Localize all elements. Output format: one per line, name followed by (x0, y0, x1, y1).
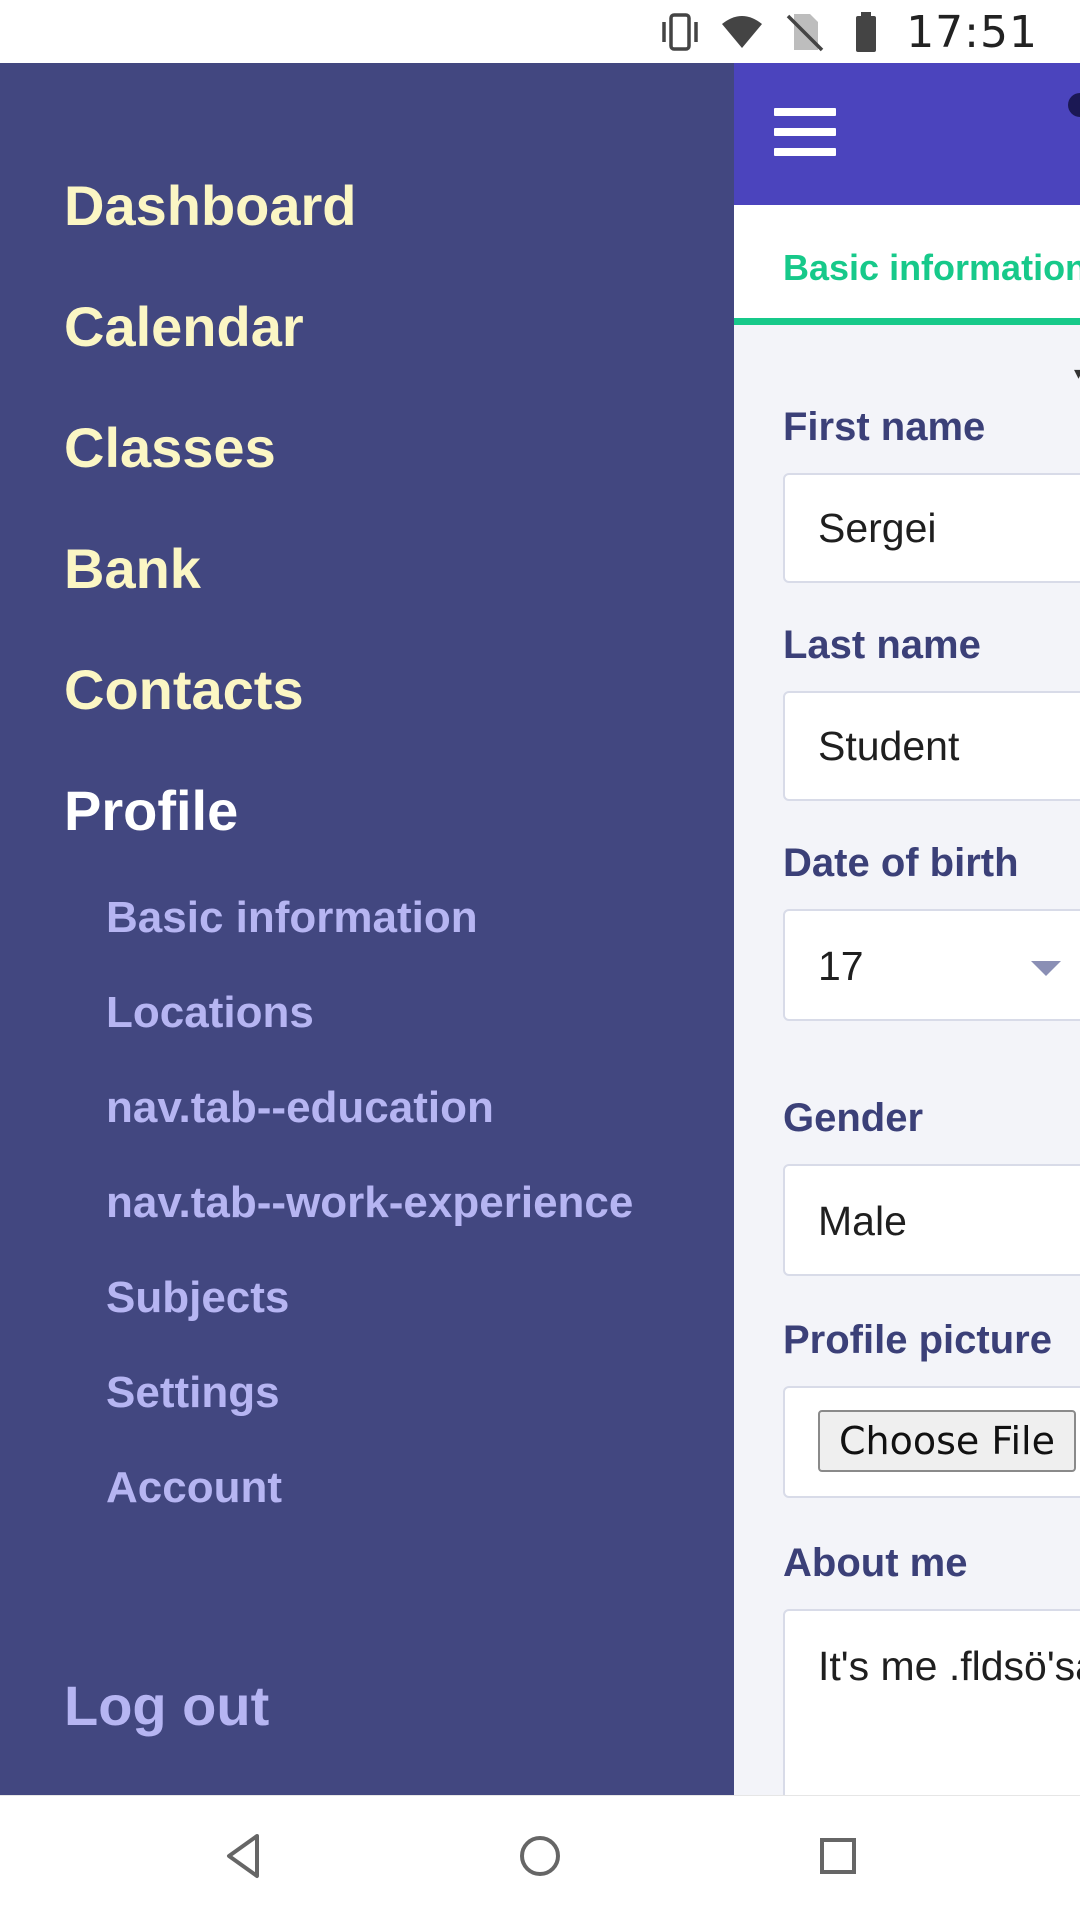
profile-form-area: Basic information ▾ First name Sergei La… (734, 63, 1080, 1795)
home-icon[interactable] (510, 1826, 570, 1886)
about-me-textarea[interactable]: It's me .fldsö'sa (783, 1609, 1080, 1795)
first-name-field[interactable]: Sergei (783, 473, 1080, 583)
nav-item-calendar[interactable]: Calendar (64, 294, 304, 359)
nav-item-dashboard[interactable]: Dashboard (64, 173, 357, 238)
nav-subitem-locations[interactable]: Locations (106, 988, 314, 1038)
menu-icon[interactable] (774, 108, 836, 156)
profile-picture-label: Profile picture (783, 1318, 1052, 1362)
vibrate-icon (658, 10, 702, 54)
battery-icon (844, 10, 888, 54)
dob-day-select[interactable]: 17 (783, 909, 1080, 1021)
recents-icon[interactable] (808, 1826, 868, 1886)
nav-subitem-education[interactable]: nav.tab--education (106, 1083, 494, 1133)
gender-label: Gender (783, 1096, 924, 1140)
about-me-value: It's me .fldsö'sa (818, 1643, 1080, 1689)
last-name-label: Last name (783, 623, 981, 667)
status-bar: 17:51 (0, 0, 1080, 63)
nav-subitem-basic-information[interactable]: Basic information (106, 893, 478, 943)
gender-value: Male (818, 1198, 907, 1244)
date-of-birth-label: Date of birth (783, 841, 1019, 885)
clock: 17:51 (906, 6, 1038, 58)
about-me-label: About me (783, 1541, 968, 1585)
system-navigation-bar (0, 1795, 1080, 1921)
first-name-label: First name (783, 405, 986, 449)
navigation-drawer: Dashboard Calendar Classes Bank Contacts… (0, 63, 734, 1795)
nav-item-bank[interactable]: Bank (64, 536, 201, 601)
chevron-down-icon: ▾ (1074, 363, 1080, 383)
first-name-value: Sergei (818, 505, 937, 551)
last-name-field[interactable]: Student (783, 691, 1080, 801)
header-avatar[interactable] (1068, 93, 1080, 117)
last-name-value: Student (818, 723, 960, 769)
nav-item-profile[interactable]: Profile (64, 778, 238, 843)
wifi-icon (720, 10, 764, 54)
dob-day-value: 17 (818, 943, 864, 989)
chevron-down-icon (1031, 961, 1061, 976)
nav-subitem-work-experience[interactable]: nav.tab--work-experience (106, 1178, 633, 1228)
profile-picture-field: Choose File (783, 1386, 1080, 1498)
nav-item-classes[interactable]: Classes (64, 415, 276, 480)
back-icon[interactable] (213, 1826, 273, 1886)
nav-subitem-settings[interactable]: Settings (106, 1368, 280, 1418)
logout-link[interactable]: Log out (64, 1673, 269, 1738)
nav-subitem-subjects[interactable]: Subjects (106, 1273, 289, 1323)
nav-item-contacts[interactable]: Contacts (64, 657, 304, 722)
gender-select[interactable]: Male (783, 1164, 1080, 1276)
no-sim-icon (782, 10, 826, 54)
tab-basic-information[interactable]: Basic information (783, 247, 1080, 289)
choose-file-button[interactable]: Choose File (818, 1410, 1076, 1472)
profile-tabbar: Basic information (734, 205, 1080, 325)
nav-subitem-account[interactable]: Account (106, 1463, 282, 1513)
app-header (734, 63, 1080, 205)
